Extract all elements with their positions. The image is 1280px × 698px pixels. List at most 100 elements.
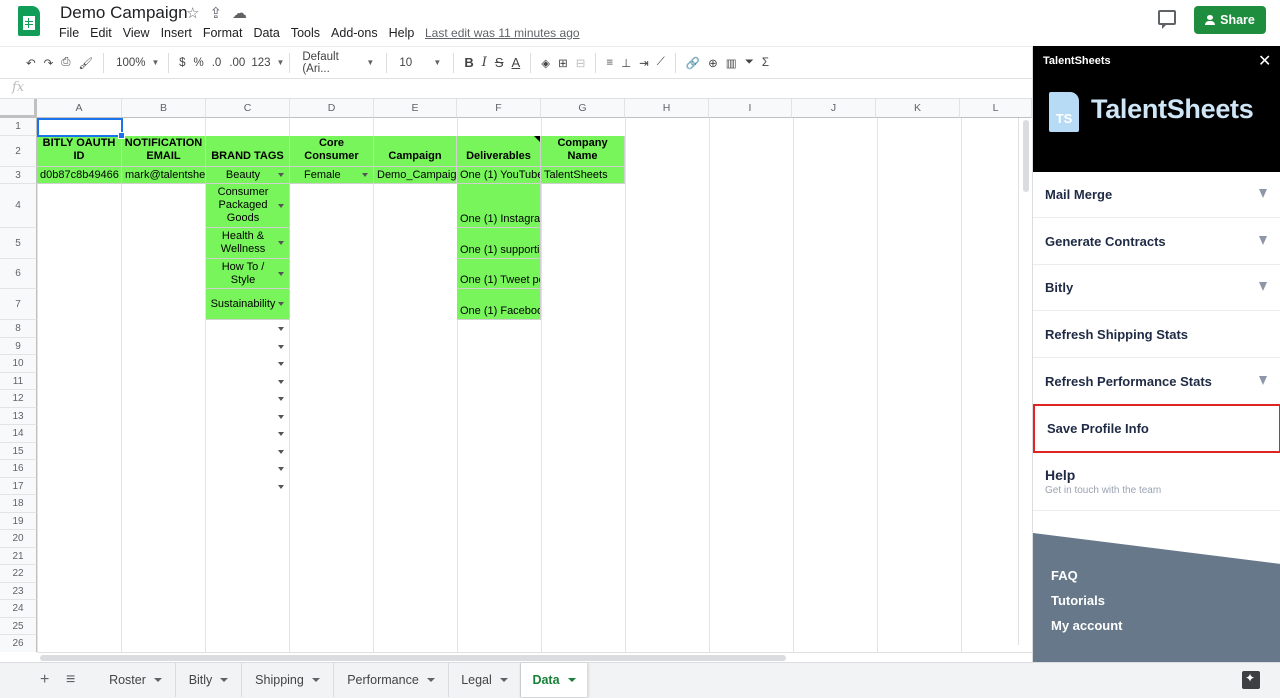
more-formats-select[interactable]: 123 ▼: [249, 51, 284, 75]
borders-icon[interactable]: ⊞: [554, 51, 572, 75]
chevron-down-icon[interactable]: [220, 678, 229, 682]
chevron-down-icon[interactable]: [499, 678, 508, 682]
text-color-button[interactable]: A: [508, 51, 525, 75]
dropdown-arrow-icon[interactable]: [362, 173, 368, 177]
row-header[interactable]: 21: [0, 548, 37, 565]
currency-format-button[interactable]: $: [175, 51, 189, 75]
filter-icon[interactable]: ⏷: [741, 51, 758, 75]
column-header-d[interactable]: D: [290, 99, 374, 118]
expand-triangle-icon[interactable]: [1259, 189, 1267, 198]
sidebar-item-refresh-performance-stats[interactable]: Refresh Performance Stats: [1033, 359, 1280, 405]
chevron-down-icon[interactable]: [153, 678, 162, 682]
dropdown-arrow-icon[interactable]: [278, 397, 284, 401]
cell-deliverable[interactable]: One (1) Instagra: [457, 184, 541, 228]
fill-color-icon[interactable]: ◈: [537, 51, 554, 75]
column-header-c[interactable]: C: [206, 99, 290, 118]
row-header[interactable]: 20: [0, 530, 37, 548]
row-header[interactable]: 1: [0, 118, 37, 136]
header-cell-deliverables[interactable]: Deliverables: [457, 136, 541, 167]
column-header-l[interactable]: L: [960, 99, 1032, 118]
cell-bitly-oauth-id[interactable]: d0b87c8b49466: [37, 167, 122, 184]
expand-triangle-icon[interactable]: [1259, 236, 1267, 245]
menu-view[interactable]: View: [123, 26, 150, 40]
dropdown-arrow-icon[interactable]: [278, 271, 284, 276]
scrollbar-thumb[interactable]: [40, 655, 786, 661]
share-button[interactable]: Share: [1194, 6, 1266, 34]
text-rotation-icon[interactable]: ⟋: [653, 51, 669, 75]
sheets-logo-icon[interactable]: [18, 6, 40, 36]
dropdown-arrow-icon[interactable]: [278, 450, 284, 454]
vertical-scrollbar[interactable]: [1018, 118, 1032, 645]
menu-insert[interactable]: Insert: [161, 26, 192, 40]
cell-deliverable[interactable]: One (1) supporti: [457, 228, 541, 259]
column-header-e[interactable]: E: [374, 99, 457, 118]
row-header[interactable]: 24: [0, 600, 37, 618]
dropdown-arrow-icon[interactable]: [278, 302, 284, 306]
star-icon[interactable]: ☆: [186, 4, 199, 22]
insert-chart-icon[interactable]: ▥: [722, 51, 741, 75]
tutorials-link[interactable]: Tutorials: [1051, 593, 1105, 608]
insert-comment-icon[interactable]: ⊕: [704, 51, 722, 75]
column-header-a[interactable]: A: [37, 99, 122, 118]
select-all-corner[interactable]: [0, 99, 37, 118]
menu-edit[interactable]: Edit: [90, 26, 112, 40]
chevron-down-icon[interactable]: [567, 678, 576, 682]
text-wrap-icon[interactable]: ⇥: [635, 51, 653, 75]
dropdown-arrow-icon[interactable]: [278, 345, 284, 349]
column-header-h[interactable]: H: [625, 99, 709, 118]
cloud-status-icon[interactable]: ☁: [232, 4, 247, 22]
cell-core-consumer-select[interactable]: Female: [290, 167, 374, 184]
scrollbar-thumb[interactable]: [1023, 120, 1029, 192]
row-header[interactable]: 26: [0, 635, 37, 652]
row-header[interactable]: 18: [0, 495, 37, 513]
row-header[interactable]: 23: [0, 583, 37, 600]
row-header[interactable]: 5: [0, 228, 37, 259]
column-header-j[interactable]: J: [792, 99, 876, 118]
cell-campaign[interactable]: Demo_Campaign: [374, 167, 457, 184]
sheet-tab-performance[interactable]: Performance: [334, 663, 449, 697]
dropdown-arrow-icon[interactable]: [278, 362, 284, 366]
row-header[interactable]: 16: [0, 460, 37, 478]
menu-tools[interactable]: Tools: [291, 26, 320, 40]
comments-icon[interactable]: [1158, 10, 1176, 29]
sidebar-item-save-profile-info[interactable]: Save Profile Info: [1033, 404, 1280, 453]
sheet-tab-roster[interactable]: Roster: [96, 663, 176, 697]
sheet-tab-legal[interactable]: Legal: [449, 663, 521, 697]
dropdown-arrow-icon[interactable]: [278, 380, 284, 384]
row-header[interactable]: 9: [0, 338, 37, 355]
help-subtitle[interactable]: Get in touch with the team: [1045, 485, 1161, 496]
print-icon[interactable]: ⎙: [57, 51, 74, 75]
cell-deliverable[interactable]: One (1) Tweet po: [457, 259, 541, 289]
menu-file[interactable]: File: [59, 26, 79, 40]
cell-brand-tag-select[interactable]: Beauty: [206, 167, 290, 184]
cell-deliverable[interactable]: One (1) YouTube: [457, 167, 541, 184]
row-header[interactable]: 14: [0, 425, 37, 443]
paint-format-icon[interactable]: 🖌: [74, 51, 97, 75]
expand-triangle-icon[interactable]: [1259, 282, 1267, 291]
dropdown-arrow-icon[interactable]: [278, 241, 284, 245]
menu-add-ons[interactable]: Add-ons: [331, 26, 378, 40]
sheet-tab-bitly[interactable]: Bitly: [176, 663, 242, 697]
column-header-b[interactable]: B: [122, 99, 206, 118]
expand-triangle-icon[interactable]: [1259, 376, 1267, 385]
sidebar-item-generate-contracts[interactable]: Generate Contracts: [1033, 219, 1280, 265]
row-header[interactable]: 2: [0, 136, 37, 167]
cell-brand-tag-select[interactable]: How To / Style: [206, 259, 290, 289]
header-cell-notification-email[interactable]: NOTIFICATION EMAIL: [122, 136, 206, 167]
menu-format[interactable]: Format: [203, 26, 243, 40]
chevron-down-icon[interactable]: [426, 678, 435, 682]
row-header[interactable]: 7: [0, 289, 37, 320]
italic-button[interactable]: I: [478, 51, 491, 75]
header-cell-bitly-oauth-id[interactable]: BITLY OAUTH ID: [37, 136, 122, 167]
row-header[interactable]: 11: [0, 373, 37, 390]
move-to-folder-icon[interactable]: ⇪: [209, 4, 222, 22]
zoom-select[interactable]: 100% ▼: [110, 51, 162, 75]
row-header[interactable]: 15: [0, 443, 37, 460]
spreadsheet-grid[interactable]: A B C D E F G H I J K L 1 2 3 4 5 6 7 8 …: [0, 99, 1032, 652]
row-header[interactable]: 25: [0, 618, 37, 635]
row-header[interactable]: 19: [0, 513, 37, 530]
functions-button[interactable]: Σ: [758, 51, 773, 75]
row-header[interactable]: 22: [0, 565, 37, 583]
increase-decimal-button[interactable]: .00: [225, 51, 249, 75]
dropdown-arrow-icon[interactable]: [278, 173, 284, 177]
